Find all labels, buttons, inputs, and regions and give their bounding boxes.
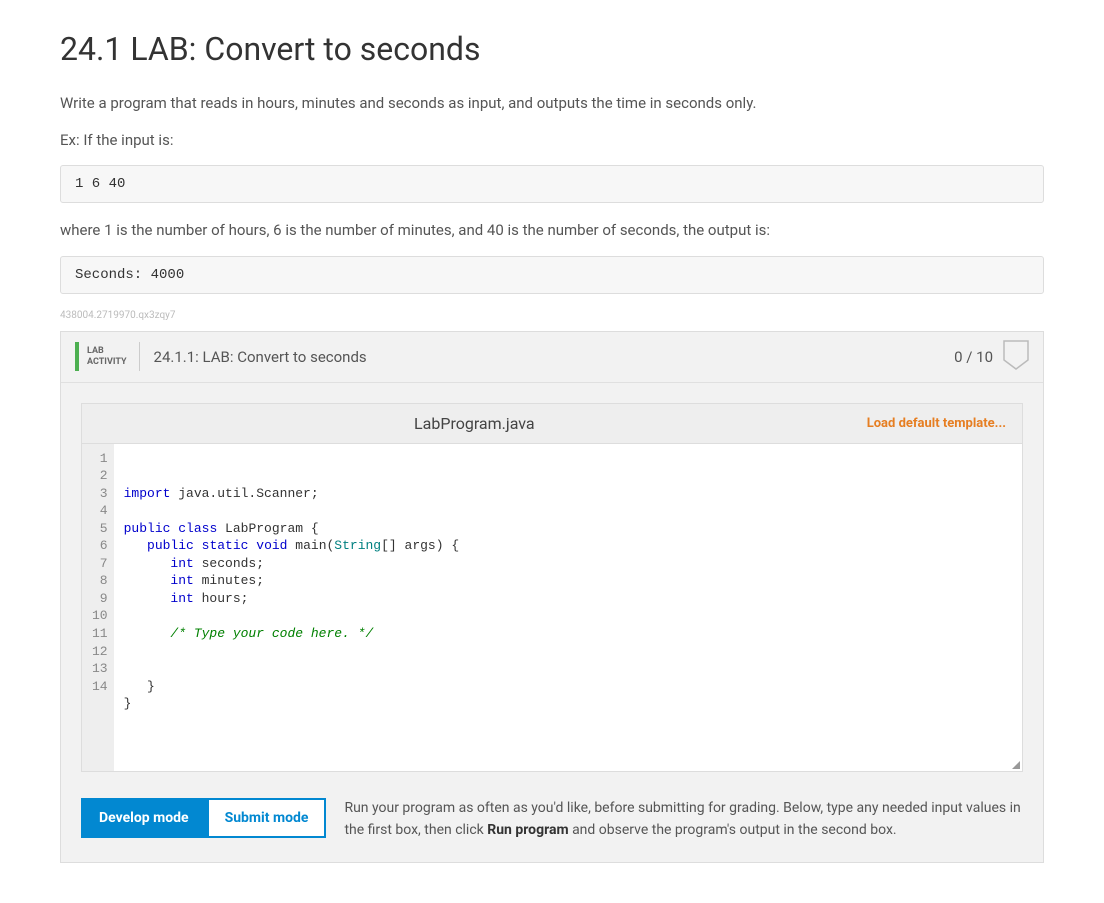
code-line[interactable] [124,607,1012,625]
code-line[interactable] [124,713,1012,731]
shield-icon [1003,340,1029,374]
lab-activity-title: 24.1.1: LAB: Convert to seconds [154,348,955,366]
line-number-gutter: 1234567891011121314 [82,444,114,772]
tiny-id: 438004.2719970.qx3zqy7 [60,310,1044,321]
code-line[interactable]: } [124,695,1012,713]
lab-panel: LAB ACTIVITY 24.1.1: LAB: Convert to sec… [60,331,1044,863]
mode-desc-post: and observe the program's output in the … [569,822,897,838]
code-line[interactable] [124,502,1012,520]
code-area[interactable]: import java.util.Scanner; public class L… [114,444,1022,772]
intro-paragraph: Write a program that reads in hours, min… [60,92,1044,115]
code-line[interactable]: } [124,678,1012,696]
example-label: Ex: If the input is: [60,129,1044,152]
code-line[interactable]: public class LabProgram { [124,520,1012,538]
page-title: 24.1 LAB: Convert to seconds [60,30,1044,68]
code-line[interactable] [124,643,1012,661]
example-output-box: Seconds: 4000 [60,256,1044,294]
file-tab-row: LabProgram.java Load default template... [81,403,1023,444]
develop-mode-button[interactable]: Develop mode [81,798,207,838]
lab-header: LAB ACTIVITY 24.1.1: LAB: Convert to sec… [61,332,1043,383]
code-editor[interactable]: 1234567891011121314 import java.util.Sca… [81,444,1023,773]
code-line[interactable]: import java.util.Scanner; [124,485,1012,503]
lab-badge-line2: ACTIVITY [87,357,127,368]
code-line[interactable]: /* Type your code here. */ [124,625,1012,643]
code-line[interactable]: int seconds; [124,555,1012,573]
code-line[interactable] [124,660,1012,678]
example-input-box: 1 6 40 [60,165,1044,203]
code-line[interactable]: int hours; [124,590,1012,608]
mode-desc-bold: Run program [487,822,568,838]
file-tab[interactable]: LabProgram.java [82,404,867,443]
load-default-template-link[interactable]: Load default template... [867,416,1022,431]
mode-description: Run your program as often as you'd like,… [344,798,1023,841]
code-line[interactable]: int minutes; [124,572,1012,590]
code-line[interactable]: public static void main(String[] args) { [124,537,1012,555]
resize-handle-icon[interactable] [1012,761,1020,769]
mode-row: Develop mode Submit mode Run your progra… [81,798,1023,841]
lab-score: 0 / 10 [954,348,993,366]
mode-buttons: Develop mode Submit mode [81,798,326,838]
example-explain: where 1 is the number of hours, 6 is the… [60,219,1044,242]
submit-mode-button[interactable]: Submit mode [207,798,327,838]
lab-badge: LAB ACTIVITY [75,342,140,372]
lab-body: LabProgram.java Load default template...… [61,383,1043,862]
lab-badge-line1: LAB [87,346,127,357]
